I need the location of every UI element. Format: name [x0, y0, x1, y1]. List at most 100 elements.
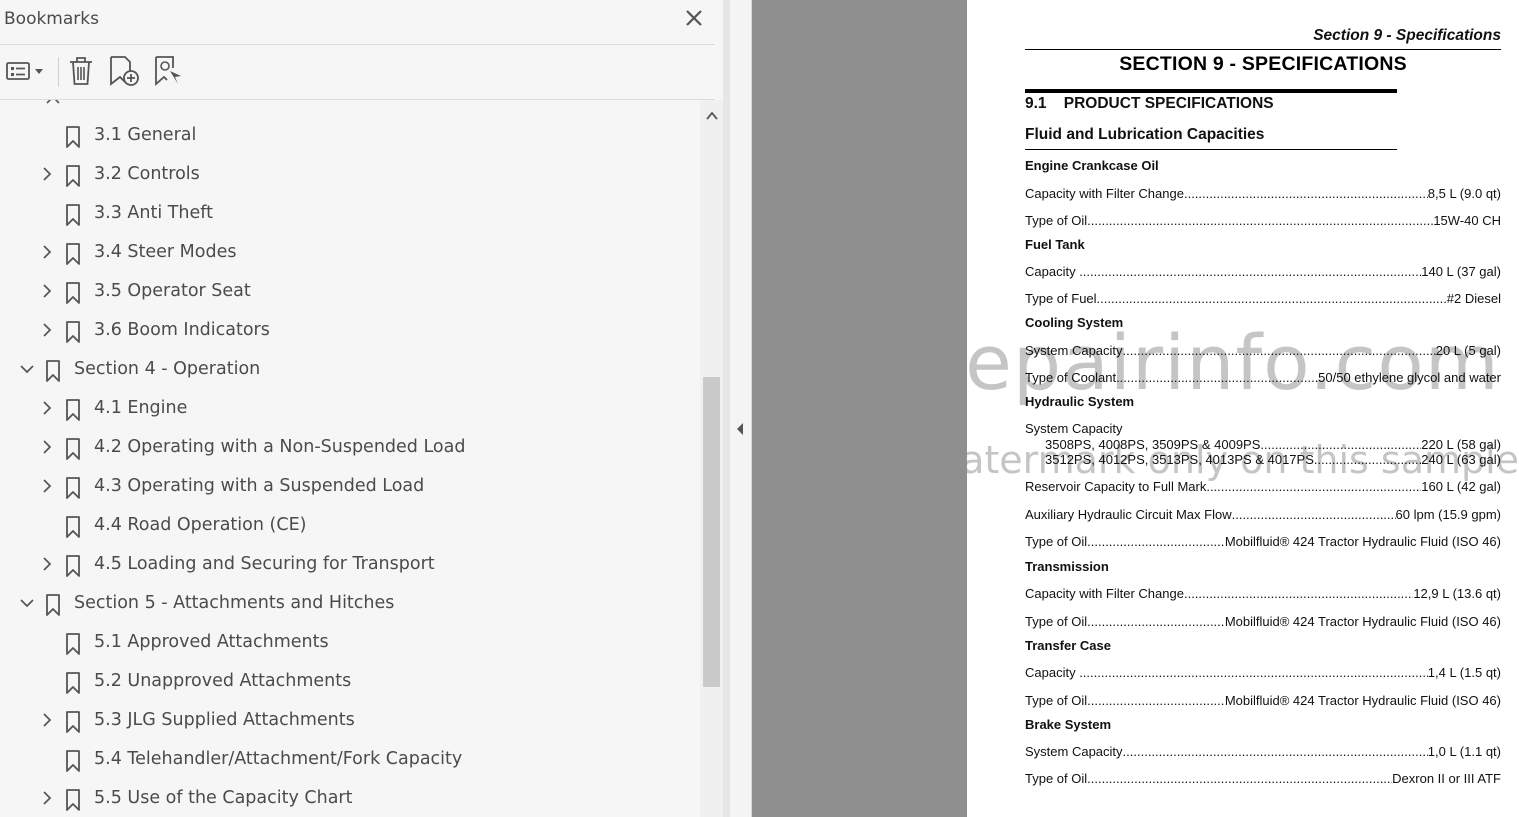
spec-value: 20 L (5 gal) [1435, 343, 1501, 358]
bookmark-icon [66, 633, 80, 655]
bookmark-item[interactable]: 5.1 Approved Attachments [0, 624, 700, 663]
new-bookmark-icon[interactable] [108, 54, 140, 88]
bookmark-item[interactable]: 3.1 General [0, 117, 700, 156]
spec-label: Capacity .. [1025, 264, 1087, 279]
collapse-chevron-icon[interactable] [40, 713, 54, 727]
bookmark-item[interactable]: 4.3 Operating with a Suspended Load [0, 468, 700, 507]
collapse-chevron-icon[interactable] [40, 167, 54, 181]
bookmark-label: 3.3 Anti Theft [94, 203, 214, 223]
dot-leader [1086, 264, 1421, 279]
spec-group-heading: Fuel Tank [1025, 237, 1085, 252]
bookmark-label: 3.5 Operator Seat [94, 281, 251, 301]
subsection-rule [1025, 149, 1397, 150]
dot-leader [1184, 186, 1428, 201]
delete-bookmark-icon[interactable] [66, 54, 96, 88]
spec-line: Auxiliary Hydraulic Circuit Max Flow 60 l… [1025, 506, 1501, 522]
collapse-chevron-icon[interactable] [40, 440, 54, 454]
scroll-thumb[interactable] [703, 377, 720, 687]
expand-chevron-icon[interactable] [20, 596, 34, 610]
bookmark-item[interactable]: Section 4 - Operation [0, 351, 700, 390]
bookmark-icon [66, 789, 80, 811]
bookmark-item[interactable]: 5.2 Unapproved Attachments [0, 663, 700, 702]
collapse-chevron-icon[interactable] [40, 401, 54, 415]
spec-label: Capacity with Filter Change [1025, 186, 1184, 201]
bookmark-item[interactable]: 5.4 Telehandler/Attachment/Fork Capacity [0, 741, 700, 780]
spec-label: Type of Fuel [1025, 291, 1097, 306]
bookmark-label: 5.4 Telehandler/Attachment/Fork Capacity [94, 749, 463, 769]
dot-leader [1314, 452, 1421, 467]
bookmark-label: 3.2 Controls [94, 164, 200, 184]
spec-line: Type of Fuel #2 Diesel [1025, 290, 1501, 306]
bookmark-icon [66, 243, 80, 265]
spec-line: System Capacity 20 L (5 gal) [1025, 342, 1501, 358]
spec-label: 3512PS, 4012PS, 3513PS, 4013PS & 4017PS [1045, 452, 1314, 467]
dot-leader [1123, 343, 1436, 358]
dot-leader [1123, 744, 1428, 759]
bookmark-item[interactable]: 5.5 Use of the Capacity Chart [0, 780, 700, 817]
bookmark-item[interactable]: 3.3 Anti Theft [0, 195, 700, 234]
bookmark-label: 5.3 JLG Supplied Attachments [94, 710, 355, 730]
section-title: SECTION 9 - SPECIFICATIONS [1119, 53, 1407, 75]
dot-leader [1087, 213, 1433, 228]
find-bookmark-icon[interactable] [153, 54, 183, 88]
bookmark-icon [66, 711, 80, 733]
spec-group-heading: Transmission [1025, 559, 1109, 574]
spec-line: Type of Oil Mobilfluid® 424 Tractor Hydra… [1025, 533, 1501, 549]
bookmark-icon [66, 555, 80, 577]
close-icon[interactable] [683, 7, 705, 29]
bookmark-label: 4.3 Operating with a Suspended Load [94, 476, 425, 496]
dot-leader [1087, 614, 1225, 629]
bookmark-item[interactable]: 4.2 Operating with a Non-Suspended Load [0, 429, 700, 468]
spec-label: System Capacity [1025, 744, 1123, 759]
bookmark-item[interactable]: 4.4 Road Operation (CE) [0, 507, 700, 546]
spec-value: #2 Diesel [1446, 291, 1501, 306]
bookmarks-scrollbar[interactable] [700, 100, 723, 817]
spec-value: Mobilfluid® 424 Tractor Hydraulic Fluid … [1224, 693, 1501, 708]
expand-chevron-icon[interactable] [20, 362, 34, 376]
scroll-up-icon[interactable] [705, 110, 719, 122]
dot-leader [1116, 370, 1318, 385]
spec-line: 3508PS, 4008PS, 3509PS & 4009PS 220 L (58… [1045, 436, 1501, 452]
spec-value: 50/50 ethylene glycol and water [1318, 370, 1501, 385]
spec-group-heading: Engine Crankcase Oil [1025, 158, 1159, 173]
collapse-chevron-icon[interactable] [40, 284, 54, 298]
spec-label: Type of Oil [1025, 614, 1088, 629]
options-menu-icon[interactable] [5, 54, 47, 88]
collapse-chevron-icon[interactable] [40, 245, 54, 259]
bookmark-label: Section 5 - Attachments and Hitches [74, 593, 395, 613]
spec-value: Dexron II or III ATF [1392, 771, 1501, 786]
spec-line: Type of Oil Dexron II or III ATF [1025, 770, 1501, 786]
bookmark-label: 4.4 Road Operation (CE) [94, 515, 307, 535]
bookmark-item[interactable]: 3.6 Boom Indicators [0, 312, 700, 351]
bookmark-item[interactable]: 3.4 Steer Modes [0, 234, 700, 273]
bookmark-item[interactable]: 4.5 Loading and Securing for Transport [0, 546, 700, 585]
collapse-chevron-icon[interactable] [40, 791, 54, 805]
bookmark-item[interactable]: 3.5 Operator Seat [0, 273, 700, 312]
collapse-chevron-icon[interactable] [40, 557, 54, 571]
bookmarks-panel: Bookmarks 3.1 General 3.2 Controls 3.3 A… [0, 0, 723, 817]
spec-value: 240 L (63 gal) [1421, 452, 1501, 467]
bookmarks-list: 3.1 General 3.2 Controls 3.3 Anti Theft 3.4… [0, 100, 700, 817]
bookmark-item[interactable]: 5.3 JLG Supplied Attachments [0, 702, 700, 741]
collapse-panel-arrow-icon[interactable] [735, 421, 745, 437]
pdf-page: Section 9 - Specifications SECTION 9 - S… [967, 0, 1519, 817]
bookmark-label: 3.1 General [94, 125, 197, 145]
bookmarks-toolbar [0, 45, 715, 100]
spec-value: 60 lpm (15.9 gpm) [1395, 507, 1502, 522]
dot-leader [1087, 693, 1225, 708]
panel-splitter[interactable] [730, 0, 752, 817]
spec-value: 1,0 L (1.1 qt) [1427, 744, 1501, 759]
collapse-chevron-icon[interactable] [40, 479, 54, 493]
bookmark-icon [66, 165, 80, 187]
collapse-chevron-icon[interactable] [40, 323, 54, 337]
bookmark-item[interactable]: 3.2 Controls [0, 156, 700, 195]
spec-line: Capacity .. 1,4 L (1.5 qt) [1025, 664, 1501, 680]
spec-group-heading: Hydraulic System [1025, 394, 1135, 409]
collapse-chevron-icon[interactable] [45, 100, 61, 108]
spec-label: System Capacity [1025, 421, 1123, 436]
dot-leader [1097, 291, 1447, 306]
bookmark-label: 3.4 Steer Modes [94, 242, 237, 262]
dot-leader [1184, 586, 1413, 601]
bookmark-item[interactable]: Section 5 - Attachments and Hitches [0, 585, 700, 624]
bookmark-item[interactable]: 4.1 Engine [0, 390, 700, 429]
